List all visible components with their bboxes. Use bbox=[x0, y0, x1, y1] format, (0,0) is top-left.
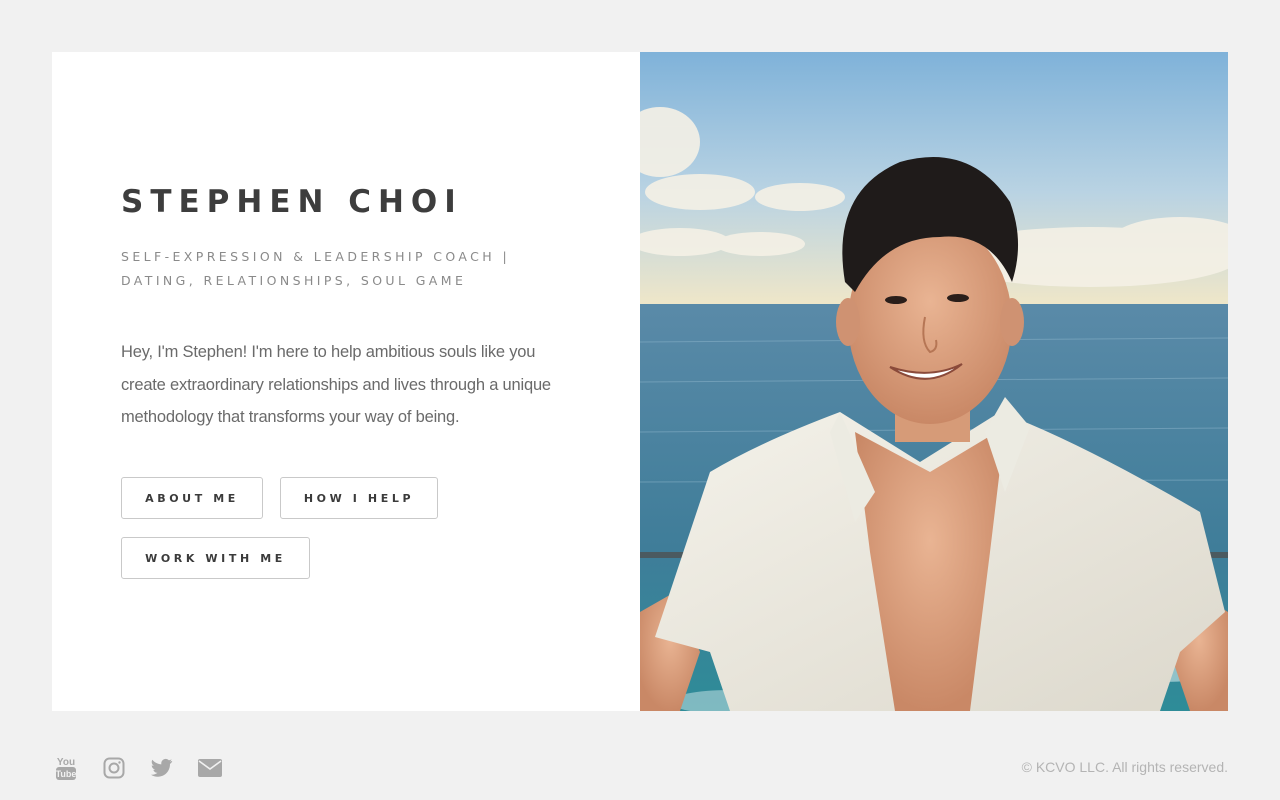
work-with-me-button[interactable]: WORK WITH ME bbox=[121, 537, 310, 579]
svg-text:You: You bbox=[57, 757, 75, 768]
instagram-icon[interactable] bbox=[102, 755, 126, 781]
page-title: STEPHEN CHOI bbox=[121, 184, 463, 220]
profile-photo-image bbox=[640, 52, 1228, 711]
profile-photo bbox=[640, 52, 1228, 711]
social-links: You Tube bbox=[54, 755, 246, 781]
how-i-help-button[interactable]: HOW I HELP bbox=[280, 477, 438, 519]
about-me-button[interactable]: ABOUT ME bbox=[121, 477, 263, 519]
intro-panel: STEPHEN CHOI SELF-EXPRESSION & LEADERSHI… bbox=[52, 52, 640, 711]
intro-text: Hey, I'm Stephen! I'm here to help ambit… bbox=[121, 343, 551, 426]
page-subtitle: SELF-EXPRESSION & LEADERSHIP COACH | DAT… bbox=[121, 245, 581, 293]
subtitle-line-1: SELF-EXPRESSION & LEADERSHIP COACH | bbox=[121, 249, 511, 264]
twitter-icon[interactable] bbox=[150, 755, 174, 781]
subtitle-line-2: DATING, RELATIONSHIPS, SOUL GAME bbox=[121, 273, 467, 288]
copyright-text: © KCVO LLC. All rights reserved. bbox=[1021, 759, 1228, 775]
youtube-icon[interactable]: You Tube bbox=[54, 755, 78, 781]
hero-card: STEPHEN CHOI SELF-EXPRESSION & LEADERSHI… bbox=[52, 52, 1228, 711]
svg-text:Tube: Tube bbox=[56, 769, 77, 779]
email-icon[interactable] bbox=[198, 755, 222, 781]
